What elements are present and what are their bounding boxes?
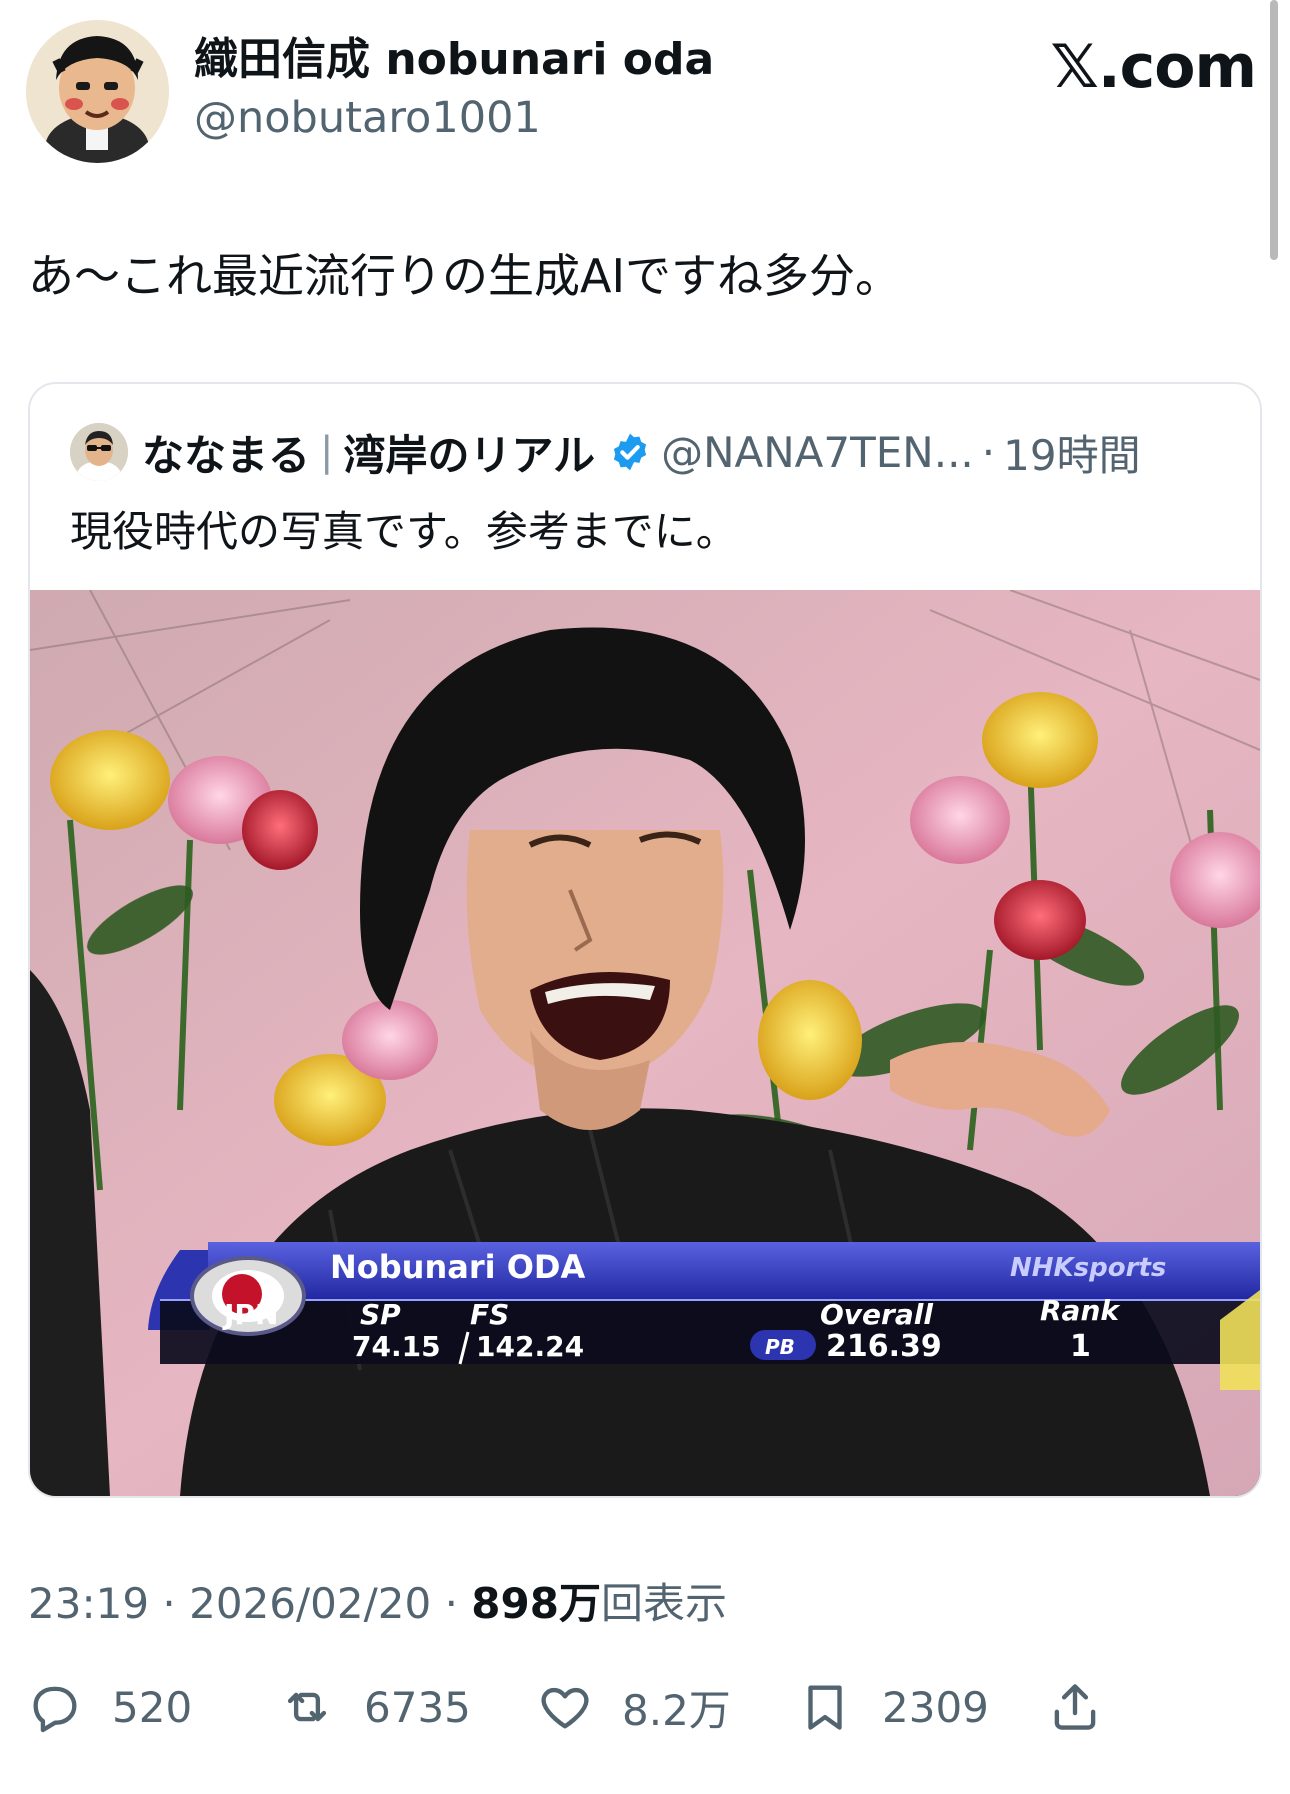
quoted-tweet[interactable]: ななまる | 湾岸のリアル @NANA7TEN... · 19時間 現役時代の写… — [28, 382, 1262, 1498]
quoted-media-image[interactable]: Nobunari ODA JPN SP FS Overall Rank NHKs… — [30, 590, 1260, 1496]
tweet-time[interactable]: 23:19 — [28, 1579, 149, 1628]
scrollbar[interactable] — [1270, 0, 1278, 260]
reply-count: 520 — [112, 1682, 193, 1732]
overlay-overall-score: 216.39 — [826, 1329, 942, 1364]
quoted-display-name-suffix[interactable]: 湾岸のリアル — [344, 422, 596, 483]
x-logo: 𝕏.com — [1050, 32, 1257, 102]
quoted-display-name[interactable]: ななまる — [142, 422, 310, 483]
author-display-name[interactable]: 織田信成 nobunari oda — [194, 32, 714, 88]
tweet-header: 織田信成 nobunari oda @nobutaro1001 𝕏.com — [26, 20, 1257, 165]
repost-count: 6735 — [364, 1682, 471, 1732]
author-avatar[interactable] — [26, 20, 169, 163]
overlay-network-logo: NHKsports — [1010, 1253, 1166, 1283]
overlay-pb-badge: PB — [765, 1335, 795, 1359]
quoted-tweet-header: ななまる | 湾岸のリアル @NANA7TEN... · 19時間 — [70, 422, 1141, 483]
view-count: 898万 — [471, 1579, 601, 1628]
reply-icon — [33, 1686, 77, 1733]
view-label: 回表示 — [600, 1579, 727, 1628]
name-separator: | — [320, 429, 334, 475]
bookmark-count: 2309 — [882, 1682, 989, 1732]
quoted-handle[interactable]: @NANA7TEN... — [661, 428, 974, 477]
bookmark-icon — [808, 1685, 842, 1730]
overlay-fs-score: 142.24 — [476, 1330, 584, 1363]
action-bar: 520 6735 8.2万 2309 — [26, 1672, 1266, 1742]
repost-button[interactable]: 6735 — [278, 1672, 471, 1742]
overlay-sp-label: SP — [360, 1298, 401, 1331]
bookmark-button[interactable]: 2309 — [796, 1672, 989, 1742]
repost-icon — [287, 1692, 327, 1722]
meta-dot: · — [162, 1579, 176, 1628]
like-button[interactable]: 8.2万 — [536, 1672, 731, 1742]
tweet-date[interactable]: 2026/02/20 — [189, 1579, 431, 1628]
photo-scene: Nobunari ODA JPN SP FS Overall Rank NHKs… — [30, 590, 1260, 1496]
quoted-tweet-text: 現役時代の写真です。参考までに。 — [70, 507, 738, 556]
verified-badge-icon — [613, 433, 647, 471]
quoted-timestamp[interactable]: 19時間 — [1003, 422, 1140, 483]
overlay-rank-label: Rank — [1040, 1294, 1121, 1327]
separator-dot: · — [981, 427, 996, 477]
author-handle[interactable]: @nobutaro1001 — [194, 88, 714, 148]
tweet-text: あ〜これ最近流行りの生成AIですね多分。 — [28, 249, 902, 303]
quoted-author-avatar[interactable] — [70, 423, 128, 481]
tweet-meta: 23:19 · 2026/02/20 · 898万回表示 — [28, 1570, 727, 1631]
overlay-name: Nobunari ODA — [330, 1248, 585, 1286]
meta-dot: · — [444, 1579, 458, 1628]
reply-button[interactable]: 520 — [26, 1672, 192, 1742]
overlay-sp-score: 74.15 — [352, 1330, 441, 1363]
share-button[interactable] — [1046, 1672, 1104, 1742]
author-names: 織田信成 nobunari oda @nobutaro1001 — [194, 32, 714, 148]
like-count: 8.2万 — [622, 1685, 731, 1735]
heart-icon — [541, 1687, 589, 1729]
overlay-overall-label: Overall — [820, 1298, 933, 1331]
share-icon — [1054, 1684, 1096, 1730]
overlay-rank: 1 — [1070, 1329, 1091, 1364]
overlay-fs-label: FS — [470, 1298, 509, 1331]
overlay-country: JPN — [222, 1298, 278, 1331]
